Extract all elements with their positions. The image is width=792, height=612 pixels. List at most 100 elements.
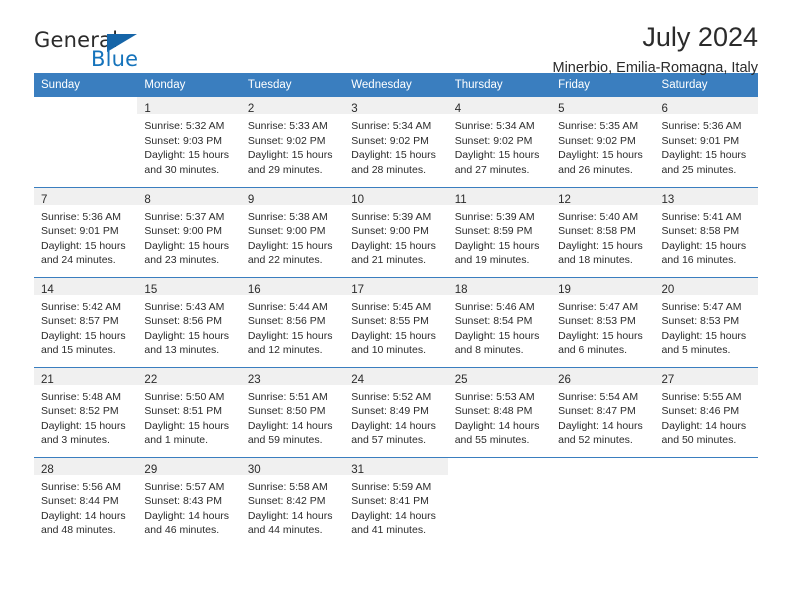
day-detail-line: Sunrise: 5:50 AM [144,390,225,403]
day-number: 16 [247,283,261,296]
day-number: 5 [558,103,565,115]
day-detail-line: Daylight: 15 hours [144,239,230,252]
day-number-band: 19 [551,277,655,296]
calendar-cell: 5 Sunrise: 5:35 AM Sunset: 9:02 PM Daylight… [551,97,655,187]
day-detail-line: and 21 minutes. [351,254,426,267]
day-detail-line: Daylight: 15 hours [454,329,540,342]
day-detail-line: Daylight: 14 hours [144,509,230,522]
day-detail-line: and 52 minutes. [558,434,633,447]
day-cell-8[interactable]: 8 Sunrise: 5:37 AM Sunset: 9:00 PM Daylight… [137,187,241,277]
day-cell-11[interactable]: 11 Sunrise: 5:39 AM Sunset: 8:59 PM Dayligh… [447,187,552,277]
day-cell-4[interactable]: 4 Sunrise: 5:34 AM Sunset: 9:02 PM Daylight… [447,97,552,187]
weekday-header-monday: Monday [137,73,241,97]
day-number: 1 [144,103,151,115]
day-details: Sunrise: 5:52 AM Sunset: 8:49 PM Daylight:… [344,385,447,448]
day-cell-16[interactable]: 16 Sunrise: 5:44 AM Sunset: 8:56 PM Dayligh… [240,277,345,367]
day-cell-30[interactable]: 30 Sunrise: 5:58 AM Sunset: 8:42 PM Dayligh… [240,457,345,548]
day-detail-line: and 48 minutes. [41,524,116,537]
day-detail-line: and 25 minutes. [661,163,737,176]
day-cell-3[interactable]: 3 Sunrise: 5:34 AM Sunset: 9:02 PM Daylight… [344,97,448,187]
day-number: 4 [454,103,462,115]
day-number-band: 24 [344,367,448,386]
calendar-cell: 7 Sunrise: 5:36 AM Sunset: 9:01 PM Daylight… [34,186,138,277]
day-cell-28[interactable]: 28 Sunrise: 5:56 AM Sunset: 8:44 PM Dayligh… [34,457,138,548]
day-cell-23[interactable]: 23 Sunrise: 5:51 AM Sunset: 8:50 PM Dayligh… [240,367,345,457]
day-number-band: 21 [34,367,138,386]
day-cell-13[interactable]: 13 Sunrise: 5:41 AM Sunset: 8:58 PM Dayligh… [654,187,758,277]
day-detail-line: Daylight: 14 hours [351,509,436,522]
day-cell-15[interactable]: 15 Sunrise: 5:43 AM Sunset: 8:56 PM Dayligh… [137,277,241,367]
day-detail-line: and 1 minute. [144,434,209,447]
day-cell-20[interactable]: 20 Sunrise: 5:47 AM Sunset: 8:53 PM Dayligh… [654,277,758,367]
day-detail-line: and 50 minutes. [661,434,737,447]
calendar-cell [654,456,758,548]
day-cell-1[interactable]: 1 Sunrise: 5:32 AM Sunset: 9:03 PM Daylight… [137,97,241,187]
day-detail-line: Daylight: 15 hours [41,419,126,432]
day-number: 7 [41,193,48,206]
day-details: Sunrise: 5:57 AM Sunset: 8:43 PM Daylight:… [137,475,240,538]
day-detail-line: Sunset: 8:59 PM [454,225,533,238]
day-cell-31[interactable]: 31 Sunrise: 5:59 AM Sunset: 8:41 PM Dayligh… [344,457,448,548]
day-cell-29[interactable]: 29 Sunrise: 5:57 AM Sunset: 8:43 PM Dayligh… [137,457,241,548]
day-cell-5[interactable]: 5 Sunrise: 5:35 AM Sunset: 9:02 PM Daylight… [551,97,655,187]
day-detail-line: Sunset: 9:03 PM [144,134,223,147]
brand-logo[interactable]: General Blue [34,28,174,74]
day-details: Sunrise: 5:37 AM Sunset: 9:00 PM Daylight:… [137,205,240,268]
day-cell-22[interactable]: 22 Sunrise: 5:50 AM Sunset: 8:51 PM Dayligh… [137,367,241,457]
day-detail-line: Daylight: 15 hours [661,149,747,162]
day-cell-26[interactable]: 26 Sunrise: 5:54 AM Sunset: 8:47 PM Dayligh… [551,367,655,457]
day-detail-line: Daylight: 14 hours [661,419,747,432]
day-details: Sunrise: 5:35 AM Sunset: 9:02 PM Daylight:… [551,114,654,177]
weekday-header-thursday: Thursday [447,73,552,97]
day-number: 21 [41,373,54,386]
calendar-week-row: 7 Sunrise: 5:36 AM Sunset: 9:01 PM Daylight… [34,186,758,277]
day-cell-19[interactable]: 19 Sunrise: 5:47 AM Sunset: 8:53 PM Dayligh… [551,277,655,367]
day-number: 24 [351,373,365,386]
day-detail-line: and 44 minutes. [247,524,323,537]
day-cell-21[interactable]: 21 Sunrise: 5:48 AM Sunset: 8:52 PM Dayligh… [34,367,138,457]
day-detail-line: Sunrise: 5:57 AM [144,480,225,493]
day-cell-10[interactable]: 10 Sunrise: 5:39 AM Sunset: 9:00 PM Dayligh… [344,187,448,277]
day-detail-line: and 10 minutes. [351,344,426,357]
day-cell-18[interactable]: 18 Sunrise: 5:46 AM Sunset: 8:54 PM Dayligh… [447,277,552,367]
calendar-cell: 14 Sunrise: 5:42 AM Sunset: 8:57 PM Dayligh… [34,276,138,367]
day-number-band: 30 [240,457,345,476]
day-number: 12 [558,193,571,206]
day-detail-line: Daylight: 15 hours [661,329,747,342]
day-details: Sunrise: 5:39 AM Sunset: 9:00 PM Daylight:… [344,205,447,268]
day-cell-7[interactable]: 7 Sunrise: 5:36 AM Sunset: 9:01 PM Daylight… [34,187,138,277]
day-detail-line: and 3 minutes. [41,434,110,447]
day-cell-empty [655,458,758,548]
day-details: Sunrise: 5:51 AM Sunset: 8:50 PM Daylight:… [241,385,344,448]
day-detail-line: Sunset: 8:44 PM [41,495,119,508]
day-number-band: 15 [137,277,241,296]
day-details: Sunrise: 5:58 AM Sunset: 8:42 PM Daylight:… [241,475,344,538]
page-title: July 2024 [642,22,758,52]
day-detail-line: Sunrise: 5:36 AM [661,120,742,132]
day-cell-14[interactable]: 14 Sunrise: 5:42 AM Sunset: 8:57 PM Dayligh… [34,277,138,367]
day-detail-line: Sunrise: 5:47 AM [661,300,742,313]
day-cell-empty [551,458,654,548]
day-detail-line: Daylight: 14 hours [41,509,126,522]
day-detail-line: Sunrise: 5:33 AM [247,120,328,132]
day-cell-27[interactable]: 27 Sunrise: 5:55 AM Sunset: 8:46 PM Dayligh… [654,367,758,457]
calendar-cell [551,456,655,548]
day-cell-9[interactable]: 9 Sunrise: 5:38 AM Sunset: 9:00 PM Daylight… [240,187,345,277]
day-number: 19 [558,283,571,296]
weekday-header-wednesday: Wednesday [344,73,448,97]
day-cell-24[interactable]: 24 Sunrise: 5:52 AM Sunset: 8:49 PM Dayligh… [344,367,448,457]
day-details: Sunrise: 5:47 AM Sunset: 8:53 PM Daylight:… [551,295,654,358]
day-detail-line: Sunrise: 5:48 AM [41,390,121,403]
day-number-band: 28 [34,457,138,476]
day-number: 31 [351,463,365,476]
day-cell-12[interactable]: 12 Sunrise: 5:40 AM Sunset: 8:58 PM Dayligh… [551,187,655,277]
day-number: 6 [661,103,668,115]
calendar-cell: 6 Sunrise: 5:36 AM Sunset: 9:01 PM Daylight… [654,97,758,187]
day-details: Sunrise: 5:38 AM Sunset: 9:00 PM Daylight:… [241,205,344,268]
day-cell-25[interactable]: 25 Sunrise: 5:53 AM Sunset: 8:48 PM Dayligh… [447,367,552,457]
day-cell-6[interactable]: 6 Sunrise: 5:36 AM Sunset: 9:01 PM Daylight… [654,97,758,187]
day-detail-line: Daylight: 14 hours [454,419,540,432]
day-cell-17[interactable]: 17 Sunrise: 5:45 AM Sunset: 8:55 PM Dayligh… [344,277,448,367]
day-detail-line: Sunset: 8:49 PM [351,405,429,418]
day-cell-2[interactable]: 2 Sunrise: 5:33 AM Sunset: 9:02 PM Daylight… [240,97,345,187]
